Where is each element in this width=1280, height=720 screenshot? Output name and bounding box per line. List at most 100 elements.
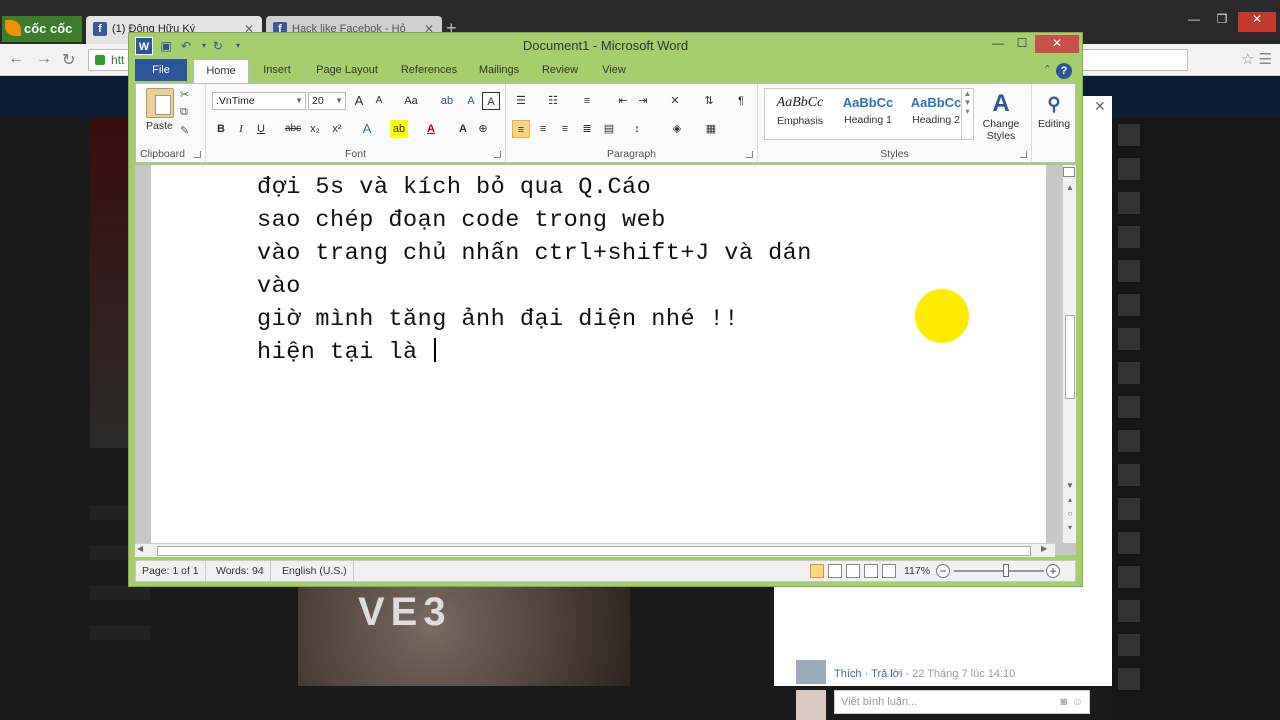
paragraph-launcher-icon[interactable]	[746, 151, 753, 158]
increase-indent-icon[interactable]: ⇥	[634, 92, 652, 110]
style-heading-1[interactable]: AaBbCc Heading 1	[835, 91, 901, 137]
document-body[interactable]: đợi 5s và kích bỏ qua Q.Cáo sao chép đoạ…	[257, 171, 812, 369]
bullets-icon[interactable]: ☰	[512, 92, 530, 110]
scroll-right-icon[interactable]: ▶	[1041, 544, 1047, 553]
shading-icon[interactable]: ◈	[668, 120, 686, 138]
enclose-characters-icon[interactable]: ⊕	[474, 120, 492, 138]
minimize-ribbon-icon[interactable]: ⌃	[1043, 63, 1052, 76]
smiley-icon[interactable]: ☺	[1072, 691, 1083, 713]
document-page[interactable]: đợi 5s và kích bỏ qua Q.Cáo sao chép đoạ…	[151, 165, 1046, 543]
chat-contact[interactable]	[1118, 152, 1274, 186]
multilevel-list-icon[interactable]: ≡	[578, 92, 596, 110]
styles-scroll[interactable]: ▲ ▼ ▾	[961, 89, 973, 139]
word-logo-icon[interactable]: W	[135, 37, 153, 55]
scroll-up-icon[interactable]: ▲	[1063, 183, 1077, 192]
highlight-color-icon[interactable]: ab	[390, 120, 408, 138]
bold-button[interactable]: B	[212, 120, 230, 138]
tab-review[interactable]: Review	[533, 59, 587, 83]
copy-icon[interactable]: ⧉	[180, 106, 188, 119]
scroll-left-icon[interactable]: ◀	[137, 544, 143, 553]
style-heading-2[interactable]: AaBbCc Heading 2	[903, 91, 969, 137]
font-launcher-icon[interactable]	[494, 151, 501, 158]
font-name-combo[interactable]: .VnTime ▼	[212, 92, 306, 110]
close-button[interactable]: ✕	[1035, 35, 1079, 53]
web-layout-view-button[interactable]	[846, 564, 860, 578]
zoom-slider-thumb[interactable]	[1002, 564, 1009, 577]
undo-icon[interactable]: ↶	[177, 37, 195, 55]
decrease-indent-icon[interactable]: ⇤	[614, 92, 632, 110]
tab-home[interactable]: Home	[193, 59, 249, 83]
clipboard-launcher-icon[interactable]	[194, 151, 201, 158]
vertical-scroll-thumb[interactable]	[1065, 315, 1075, 399]
cut-icon[interactable]: ✂	[180, 88, 189, 101]
align-center-button[interactable]: ≡	[534, 120, 552, 138]
styles-launcher-icon[interactable]	[1020, 151, 1027, 158]
tab-file[interactable]: File	[135, 59, 187, 81]
reply-link[interactable]: Trả lời	[871, 668, 902, 680]
chat-contact[interactable]	[1118, 288, 1274, 322]
maximize-button[interactable]: ☐	[1009, 35, 1035, 53]
zoom-out-button[interactable]: −	[936, 564, 950, 578]
back-arrow-icon[interactable]: ←	[8, 50, 24, 68]
chat-contact[interactable]	[1118, 186, 1274, 220]
borders-icon[interactable]: ▦	[702, 120, 720, 138]
reload-icon[interactable]: ↻	[62, 50, 75, 70]
avatar[interactable]	[796, 660, 826, 684]
chevron-down-icon[interactable]: ▼	[335, 93, 343, 109]
superscript-button[interactable]: x²	[328, 120, 346, 138]
maximize-browser-button[interactable]: ❐	[1208, 12, 1236, 32]
character-shading-icon[interactable]: A	[454, 120, 472, 138]
page-count[interactable]: Page: 1 of 1	[136, 561, 206, 581]
chat-contact[interactable]	[1118, 356, 1274, 390]
tab-mailings[interactable]: Mailings	[469, 59, 529, 83]
paste-button[interactable]: Paste	[146, 120, 173, 132]
zoom-level[interactable]: 117%	[904, 561, 930, 581]
tab-references[interactable]: References	[389, 59, 469, 83]
close-browser-button[interactable]: ✕	[1238, 12, 1276, 32]
sort-icon[interactable]: ⇅	[700, 92, 718, 110]
horizontal-scrollbar[interactable]: ◀ ▶	[135, 543, 1055, 557]
numbering-icon[interactable]: ☷	[544, 92, 562, 110]
chat-contact[interactable]	[1118, 220, 1274, 254]
vertical-scrollbar[interactable]: ▲ ▼ ▴ ○ ▾	[1062, 165, 1076, 543]
asian-layout-icon[interactable]: ✕	[666, 92, 684, 110]
chat-contact[interactable]	[1118, 118, 1274, 152]
chat-contact[interactable]	[1118, 526, 1274, 560]
tab-page-layout[interactable]: Page Layout	[307, 59, 387, 83]
help-icon[interactable]: ?	[1056, 63, 1072, 79]
chat-contact[interactable]	[1118, 594, 1274, 628]
grow-font-icon[interactable]: A	[350, 92, 368, 110]
chat-contact[interactable]	[1118, 424, 1274, 458]
justify-button[interactable]: ≣	[578, 120, 596, 138]
horizontal-scroll-thumb[interactable]	[157, 546, 1031, 556]
format-painter-icon[interactable]: ✎	[180, 124, 189, 137]
like-link[interactable]: Thích	[834, 668, 862, 680]
italic-button[interactable]: I	[232, 120, 250, 138]
left-menu-item[interactable]	[90, 586, 150, 600]
redo-icon[interactable]: ↻	[209, 37, 227, 55]
chat-contact[interactable]	[1118, 628, 1274, 662]
zoom-in-button[interactable]: +	[1046, 564, 1060, 578]
camera-icon[interactable]: ◙	[1060, 691, 1067, 713]
customize-qat-icon[interactable]: ▾	[229, 37, 247, 55]
outline-view-button[interactable]	[864, 564, 878, 578]
scroll-down-icon[interactable]: ▼	[1063, 481, 1077, 490]
text-effects-icon[interactable]: A	[358, 120, 376, 138]
draft-view-button[interactable]	[882, 564, 896, 578]
zoom-slider[interactable]	[954, 570, 1044, 572]
shrink-font-icon[interactable]: A	[370, 92, 388, 110]
close-photo-icon[interactable]: ✕	[1094, 98, 1106, 115]
align-right-button[interactable]: ≡	[556, 120, 574, 138]
forward-arrow-icon[interactable]: →	[36, 50, 52, 68]
change-case-icon[interactable]: Aa	[398, 92, 424, 110]
print-layout-view-button[interactable]	[810, 564, 824, 578]
save-icon[interactable]: ▣	[157, 37, 175, 55]
line-spacing-icon[interactable]: ↕	[628, 120, 646, 138]
chat-contact[interactable]	[1118, 390, 1274, 424]
paste-icon[interactable]	[146, 88, 174, 118]
phonetic-guide-icon[interactable]: ab	[438, 92, 456, 110]
previous-page-icon[interactable]: ▴	[1063, 495, 1077, 504]
word-count[interactable]: Words: 94	[210, 561, 271, 581]
minimize-button[interactable]: —	[985, 35, 1011, 53]
tab-view[interactable]: View	[589, 59, 639, 83]
